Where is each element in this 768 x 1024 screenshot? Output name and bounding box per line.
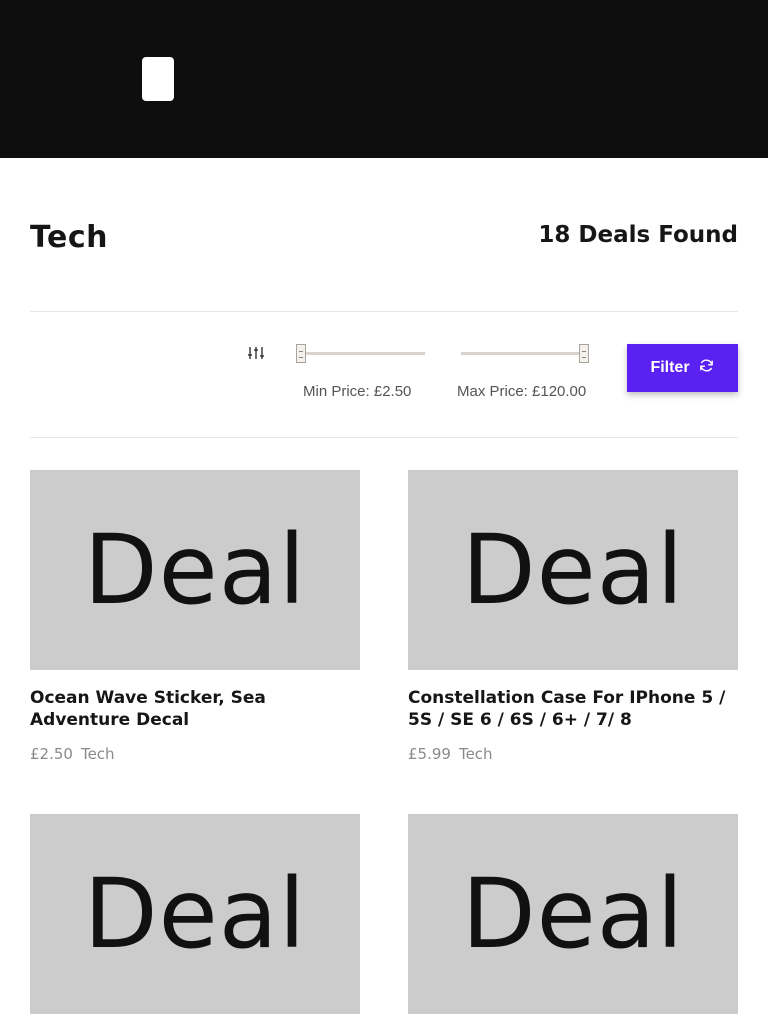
deal-category[interactable]: Tech — [81, 745, 115, 763]
deal-title[interactable]: Ocean Wave Sticker, Sea Adventure Decal — [30, 687, 360, 731]
top-header — [0, 0, 768, 158]
filter-button[interactable]: Filter — [627, 344, 738, 392]
deal-card[interactable]: Deal Ocean Wave Sticker, Sea Adventure D… — [30, 470, 360, 763]
deal-meta: £5.99 Tech — [408, 745, 738, 763]
deal-category[interactable]: Tech — [459, 745, 493, 763]
deal-count: 18 Deals Found — [538, 222, 738, 248]
max-price-slider-handle[interactable] — [579, 344, 589, 363]
deal-title[interactable]: Constellation Case For IPhone 5 / 5S / S… — [408, 687, 738, 731]
page-title: Tech — [30, 220, 108, 255]
deal-card[interactable]: Deal Constellation Case For IPhone 5 / 5… — [408, 470, 738, 763]
divider — [30, 437, 738, 438]
deal-card[interactable]: Deal — [408, 814, 738, 1014]
deal-image[interactable]: Deal — [30, 814, 360, 1014]
min-price-label: Min Price: £2.50 — [303, 383, 412, 400]
app-logo-icon[interactable] — [142, 57, 174, 101]
deal-image[interactable]: Deal — [408, 814, 738, 1014]
min-price-slider-track[interactable] — [302, 352, 425, 355]
sliders-icon — [247, 345, 265, 359]
divider — [30, 311, 738, 312]
deal-meta: £2.50 Tech — [30, 745, 360, 763]
deal-image[interactable]: Deal — [408, 470, 738, 670]
filter-button-label: Filter — [650, 359, 690, 376]
deal-image[interactable]: Deal — [30, 470, 360, 670]
max-price-label: Max Price: £120.00 — [457, 383, 587, 400]
refresh-icon — [698, 357, 715, 379]
deal-price: £5.99 — [408, 745, 451, 763]
max-price-slider-track[interactable] — [461, 352, 585, 355]
deal-card[interactable]: Deal — [30, 814, 360, 1014]
min-price-slider-handle[interactable] — [296, 344, 306, 363]
deal-price: £2.50 — [30, 745, 73, 763]
